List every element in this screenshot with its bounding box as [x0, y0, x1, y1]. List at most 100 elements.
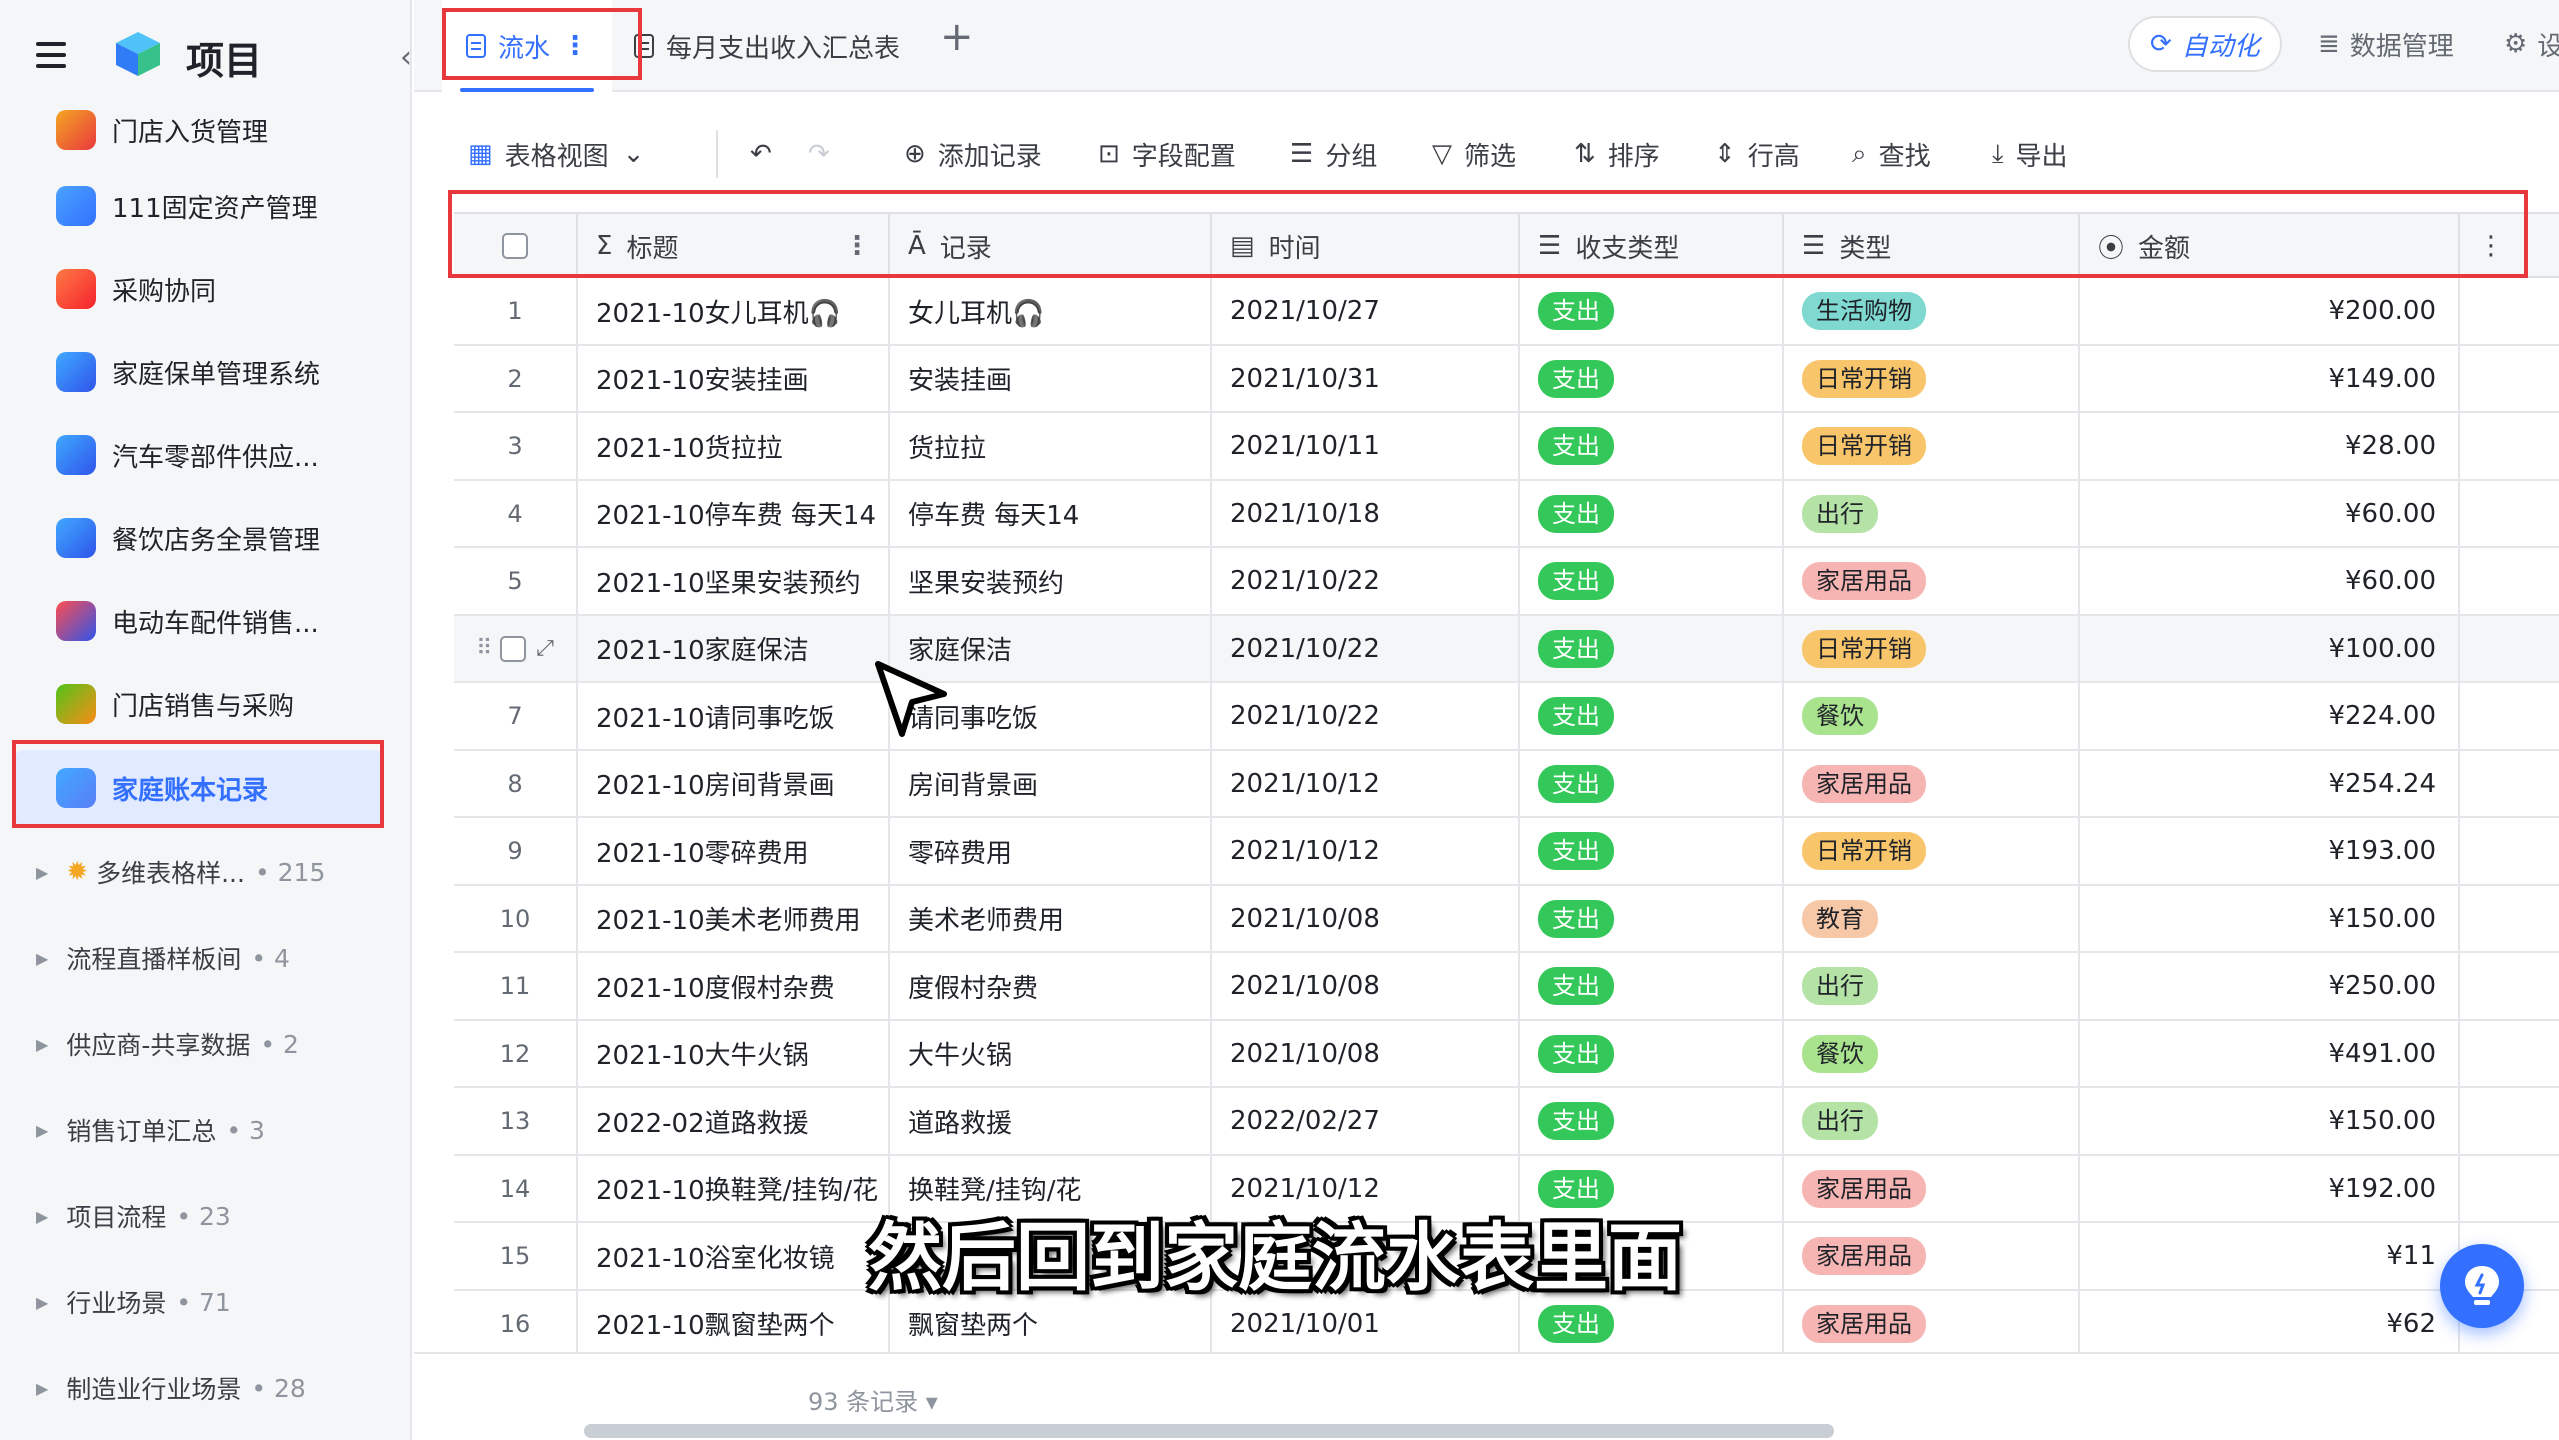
sidebar-folder[interactable]: ▶ 供应商-共享数据 • 2: [36, 1014, 396, 1074]
category-cell[interactable]: 家居用品: [1784, 1223, 2080, 1289]
amount-cell[interactable]: ¥491.00: [2080, 1020, 2460, 1087]
time-cell[interactable]: 2021/10/27: [1212, 278, 1520, 344]
income-type-cell[interactable]: 支出: [1520, 413, 1784, 479]
row-number-cell[interactable]: 14: [454, 1155, 578, 1222]
sidebar-folder[interactable]: ▶ 制造业行业场景 • 28: [36, 1358, 396, 1418]
help-button[interactable]: [2440, 1244, 2524, 1328]
add-tab-icon[interactable]: +: [940, 14, 974, 60]
sidebar-item[interactable]: 电动车配件销售...: [14, 583, 384, 659]
row-checkbox[interactable]: [500, 635, 527, 662]
row-number-cell[interactable]: 11: [454, 953, 578, 1019]
menu-icon[interactable]: [36, 42, 66, 68]
row-number-cell[interactable]: 3: [454, 413, 578, 479]
row-number-cell[interactable]: ⠿ ⤢: [454, 615, 578, 682]
extra-cell[interactable]: [2460, 616, 2559, 682]
record-cell[interactable]: 坚果安装预约: [890, 548, 1212, 614]
category-cell[interactable]: 家居用品: [1784, 548, 2080, 614]
extra-cell[interactable]: [2460, 751, 2559, 817]
row-number-cell[interactable]: 4: [454, 480, 578, 547]
income-type-cell[interactable]: 支出: [1520, 548, 1784, 614]
income-type-cell[interactable]: 支出: [1520, 1020, 1784, 1087]
sidebar-folder[interactable]: ▶ 销售订单汇总 • 3: [36, 1100, 396, 1160]
sidebar-item[interactable]: 餐饮店务全景管理: [14, 500, 384, 576]
extra-cell[interactable]: [2460, 1021, 2559, 1087]
title-cell[interactable]: 2021-10度假村杂费: [578, 953, 890, 1019]
title-cell[interactable]: 2021-10家庭保洁: [578, 615, 890, 682]
group-button[interactable]: ☰ 分组: [1290, 134, 1377, 174]
sidebar-item[interactable]: 111固定资产管理: [14, 168, 384, 244]
redo-button[interactable]: ↷: [808, 134, 842, 174]
extra-cell[interactable]: [2460, 278, 2559, 344]
collapse-sidebar-icon[interactable]: ‹: [400, 40, 410, 75]
table-row[interactable]: 12 2021-10大牛火锅 大牛火锅 2021/10/08 支出 餐饮 ¥491.00: [454, 1020, 2559, 1088]
time-cell[interactable]: 2021/10/18: [1212, 480, 1520, 547]
row-number-cell[interactable]: 8: [454, 750, 578, 817]
category-cell[interactable]: 日常开销: [1784, 345, 2080, 412]
expand-row-icon[interactable]: ⤢: [536, 636, 554, 661]
record-cell[interactable]: 零碎费用: [890, 818, 1212, 884]
record-cell[interactable]: 房间背景画: [890, 750, 1212, 817]
extra-cell[interactable]: [2460, 818, 2559, 884]
settings-button[interactable]: ⚙ 设: [2504, 16, 2559, 72]
income-type-cell[interactable]: 支出: [1520, 345, 1784, 412]
extra-cell[interactable]: [2460, 548, 2559, 614]
time-cell[interactable]: 2021/10/08: [1212, 1020, 1520, 1087]
time-cell[interactable]: 2021/10/22: [1212, 683, 1520, 749]
sidebar-folder[interactable]: ▶ 流程直播样板间 • 4: [36, 928, 396, 988]
income-type-cell[interactable]: 支出: [1520, 818, 1784, 884]
time-cell[interactable]: 2021/10/31: [1212, 345, 1520, 412]
record-cell[interactable]: 停车费 每天14: [890, 480, 1212, 547]
row-number-cell[interactable]: 13: [454, 1088, 578, 1154]
title-cell[interactable]: 2021-10飘窗垫两个: [578, 1290, 890, 1352]
title-cell[interactable]: 2021-10停车费 每天14: [578, 480, 890, 547]
table-row[interactable]: 8 2021-10房间背景画 房间背景画 2021/10/12 支出 家居用品 ¥254.2…: [454, 750, 2559, 818]
undo-button[interactable]: ↶: [750, 134, 784, 174]
record-cell[interactable]: 货拉拉: [890, 413, 1212, 479]
record-count[interactable]: 93 条记录 ▾: [808, 1382, 938, 1417]
horizontal-scrollbar[interactable]: [584, 1424, 1834, 1438]
sort-button[interactable]: ⇅ 排序: [1574, 134, 1660, 174]
table-row[interactable]: 11 2021-10度假村杂费 度假村杂费 2021/10/08 支出 出行 ¥250.00: [454, 953, 2559, 1021]
amount-cell[interactable]: ¥100.00: [2080, 615, 2460, 682]
row-number-cell[interactable]: 7: [454, 683, 578, 749]
record-cell[interactable]: 大牛火锅: [890, 1020, 1212, 1087]
amount-cell[interactable]: ¥250.00: [2080, 953, 2460, 1019]
extra-cell[interactable]: [2460, 953, 2559, 1019]
table-row[interactable]: 3 2021-10货拉拉 货拉拉 2021/10/11 支出 日常开销 ¥28.00: [454, 413, 2559, 481]
category-cell[interactable]: 教育: [1784, 885, 2080, 952]
time-cell[interactable]: 2021/10/08: [1212, 953, 1520, 1019]
title-cell[interactable]: 2022-02道路救援: [578, 1088, 890, 1154]
category-cell[interactable]: 家居用品: [1784, 750, 2080, 817]
income-type-cell[interactable]: 支出: [1520, 615, 1784, 682]
table-row[interactable]: 2 2021-10安装挂画 安装挂画 2021/10/31 支出 日常开销 ¥149.00: [454, 345, 2559, 413]
sidebar-item[interactable]: 家庭保单管理系统: [14, 334, 384, 410]
table-row[interactable]: 1 2021-10女儿耳机🎧 女儿耳机🎧 2021/10/27 支出 生活购物 ¥200.0…: [454, 278, 2559, 346]
extra-cell[interactable]: [2460, 481, 2559, 547]
amount-cell[interactable]: ¥28.00: [2080, 413, 2460, 479]
extra-cell[interactable]: [2460, 683, 2559, 749]
find-button[interactable]: ⌕ 查找: [1852, 134, 1931, 174]
table-row[interactable]: 7 2021-10请同事吃饭 请同事吃饭 2021/10/22 支出 餐饮 ¥224.00: [454, 683, 2559, 751]
table-row[interactable]: 10 2021-10美术老师费用 美术老师费用 2021/10/08 支出 教育 ¥150.…: [454, 885, 2559, 953]
category-cell[interactable]: 日常开销: [1784, 615, 2080, 682]
income-type-cell[interactable]: 支出: [1520, 1088, 1784, 1154]
extra-cell[interactable]: [2460, 1088, 2559, 1154]
tab-monthly-summary[interactable]: 每月支出收入汇总表: [634, 0, 900, 92]
extra-cell[interactable]: [2460, 1156, 2559, 1222]
title-cell[interactable]: 2021-10坚果安装预约: [578, 548, 890, 614]
title-cell[interactable]: 2021-10零碎费用: [578, 818, 890, 884]
row-number-cell[interactable]: 12: [454, 1020, 578, 1087]
income-type-cell[interactable]: 支出: [1520, 953, 1784, 1019]
income-type-cell[interactable]: 支出: [1520, 885, 1784, 952]
time-cell[interactable]: 2021/10/08: [1212, 885, 1520, 952]
category-cell[interactable]: 日常开销: [1784, 413, 2080, 479]
record-cell[interactable]: 女儿耳机🎧: [890, 278, 1212, 344]
amount-cell[interactable]: ¥149.00: [2080, 345, 2460, 412]
category-cell[interactable]: 出行: [1784, 480, 2080, 547]
category-cell[interactable]: 餐饮: [1784, 1020, 2080, 1087]
row-number-cell[interactable]: 9: [454, 818, 578, 884]
title-cell[interactable]: 2021-10换鞋凳/挂钩/花: [578, 1155, 890, 1222]
time-cell[interactable]: 2021/10/12: [1212, 818, 1520, 884]
row-number-cell[interactable]: 16: [454, 1290, 578, 1352]
table-row[interactable]: 9 2021-10零碎费用 零碎费用 2021/10/12 支出 日常开销 ¥193.00: [454, 818, 2559, 886]
